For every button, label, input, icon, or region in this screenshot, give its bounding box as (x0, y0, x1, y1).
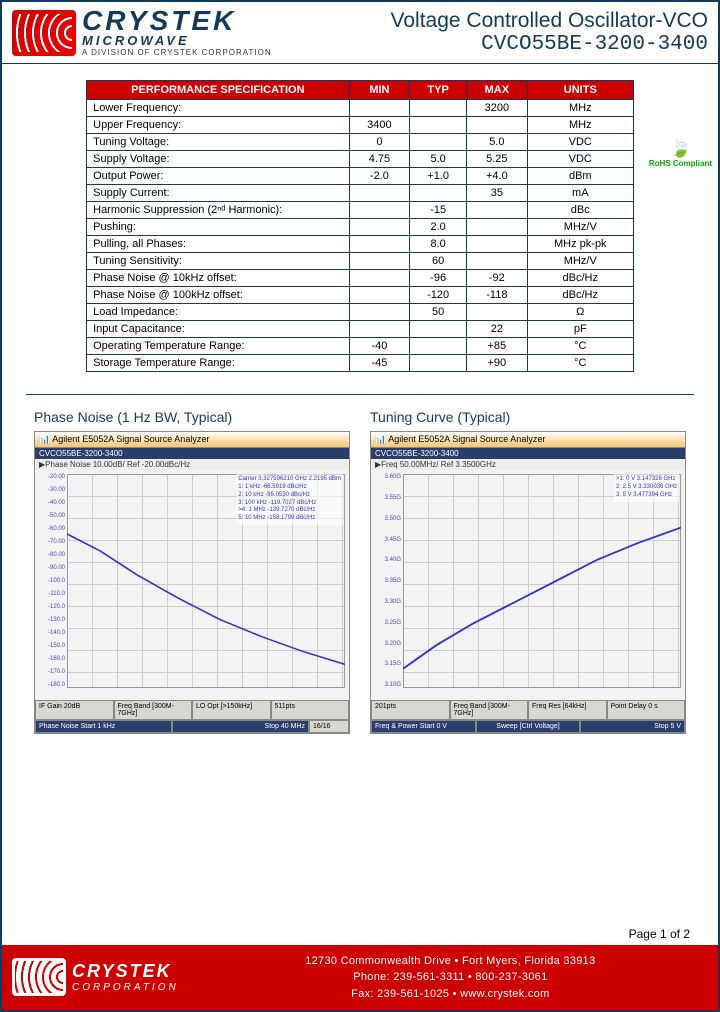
brand-corp: A DIVISION OF CRYSTEK CORPORATION (82, 48, 272, 57)
table-row: Upper Frequency:3400MHz (87, 117, 634, 134)
chart1-title: Phase Noise (1 Hz BW, Typical) (34, 409, 350, 425)
table-row: Storage Temperature Range:-45+90°C (87, 355, 634, 372)
col-typ: TYP (410, 81, 467, 100)
analyzer2: 📊 Agilent E5052A Signal Source Analyzer … (370, 431, 686, 734)
chart1-sub: ▶Phase Noise 10.00dB/ Ref -20.00dBc/Hz (35, 459, 349, 470)
table-row: Pulling, all Phases:8.0MHz pk-pk (87, 236, 634, 253)
header: CRYSTEK MICROWAVE A DIVISION OF CRYSTEK … (2, 2, 718, 64)
col-max: MAX (466, 81, 527, 100)
table-row: Output Power:-2.0+1.0+4.0dBm (87, 168, 634, 185)
charts-row: Phase Noise (1 Hz BW, Typical) 📊 Agilent… (26, 409, 694, 734)
chart2-label: CVCO55BE-3200-3400 (371, 448, 685, 459)
table-row: Input Capacitance:22pF (87, 321, 634, 338)
chart1-markers: Carrier 3.327596210 GHz 2.2195 dBm 1: 1 … (236, 474, 343, 525)
wave-icon (12, 958, 66, 996)
datasheet-page: CRYSTEK MICROWAVE A DIVISION OF CRYSTEK … (0, 0, 720, 1012)
chart1-foot2: Phase Noise Start 1 kHz Stop 40 MHz 16/1… (35, 720, 349, 733)
separator (26, 394, 694, 395)
table-row: Pushing:2.0MHz/V (87, 219, 634, 236)
analyzer2-title: 📊 Agilent E5052A Signal Source Analyzer (371, 432, 685, 448)
wave-icon (12, 10, 76, 56)
table-row: Tuning Sensitivity:60MHz/V (87, 253, 634, 270)
footer-contact: 12730 Commonwealth Drive • Fort Myers, F… (193, 953, 708, 1003)
table-row: Phase Noise @ 100kHz offset:-120-118dBc/… (87, 287, 634, 304)
spec-table: PERFORMANCE SPECIFICATION MIN TYP MAX UN… (86, 80, 634, 372)
leaf-icon: 🍃 (669, 138, 691, 158)
brand-name: CRYSTEK (82, 8, 272, 33)
title-line2: CVCO55BE-3200-3400 (282, 33, 708, 56)
chart-tuning-curve: Tuning Curve (Typical) 📊 Agilent E5052A … (370, 409, 686, 734)
rohs-badge: 🍃RoHS Compliant (649, 138, 712, 168)
col-min: MIN (349, 81, 410, 100)
footer-line1: 12730 Commonwealth Drive • Fort Myers, F… (193, 953, 708, 970)
chart2-sub: ▶Freq 50.00MHz/ Ref 3.3500GHz (371, 459, 685, 470)
col-param: PERFORMANCE SPECIFICATION (87, 81, 349, 100)
chart-phase-noise: Phase Noise (1 Hz BW, Typical) 📊 Agilent… (34, 409, 350, 734)
table-row: Phase Noise @ 10kHz offset:-96-92dBc/Hz (87, 270, 634, 287)
chart2-foot1: 201pts Freq Band [300M-7GHz] Freq Res [6… (371, 700, 685, 720)
table-row: Supply Current:35mA (87, 185, 634, 202)
footer: CRYSTEK CORPORATION 12730 Commonwealth D… (2, 945, 718, 1011)
footer-line3: Fax: 239-561-1025 • www.crystek.com (193, 986, 708, 1003)
chart2-title: Tuning Curve (Typical) (370, 409, 686, 425)
table-row: Supply Voltage:4.755.05.25VDC (87, 151, 634, 168)
title-line1: Voltage Controlled Oscillator-VCO (282, 9, 708, 33)
chart2-markers: >1: 0 V 3.147328 GHz 2: 2.5 V 3.330036 G… (614, 474, 679, 501)
chart1-label: CVCO55BE-3200-3400 (35, 448, 349, 459)
page-number: Page 1 of 2 (2, 923, 718, 945)
col-units: UNITS (527, 81, 633, 100)
table-row: Tuning Voltage:05.0VDC (87, 134, 634, 151)
brand-sub: MICROWAVE (82, 33, 272, 48)
footer-line2: Phone: 239-561-3311 • 800-237-3061 (193, 969, 708, 986)
footer-logo: CRYSTEK CORPORATION (12, 958, 179, 996)
table-row: Operating Temperature Range:-40+85°C (87, 338, 634, 355)
table-row: Harmonic Suppression (2ⁿᵈ Harmonic):-15d… (87, 202, 634, 219)
footer-corp: CORPORATION (72, 982, 179, 993)
brand-logo: CRYSTEK MICROWAVE A DIVISION OF CRYSTEK … (12, 8, 272, 57)
doc-title: Voltage Controlled Oscillator-VCO CVCO55… (282, 9, 708, 56)
body: 🍃RoHS Compliant PERFORMANCE SPECIFICATIO… (2, 64, 718, 922)
table-row: Load Impedance:50Ω (87, 304, 634, 321)
chart2-yticks: 3.60G3.55G3.50G3.45G3.40G3.35G3.30G3.25G… (371, 474, 401, 688)
footer-brand: CRYSTEK (72, 961, 179, 982)
table-row: Lower Frequency:3200MHz (87, 100, 634, 117)
analyzer1: 📊 Agilent E5052A Signal Source Analyzer … (34, 431, 350, 734)
chart1-foot1: IF Gain 20dB Freq Band [300M-7GHz] LO Op… (35, 700, 349, 720)
chart2-curve (403, 474, 681, 688)
chart2-plot: 3.60G3.55G3.50G3.45G3.40G3.35G3.30G3.25G… (371, 470, 685, 700)
analyzer1-title: 📊 Agilent E5052A Signal Source Analyzer (35, 432, 349, 448)
chart1-plot: -20.00-30.00-40.00-50.00-60.00-70.00-80.… (35, 470, 349, 700)
chart2-foot2: Freq & Power Start 0 V Sweep [Ctrl Volta… (371, 720, 685, 733)
chart1-yticks: -20.00-30.00-40.00-50.00-60.00-70.00-80.… (35, 474, 65, 688)
